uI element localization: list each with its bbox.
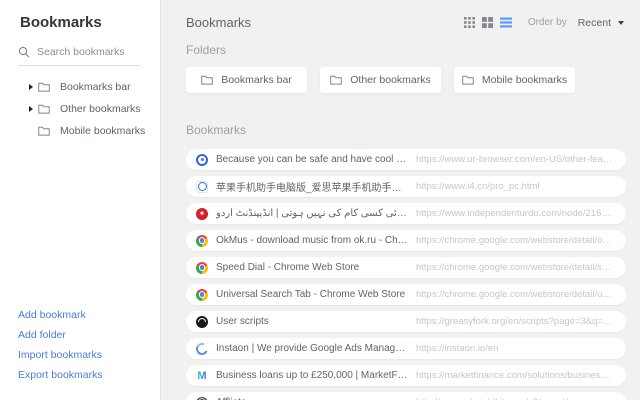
greasyfork-icon xyxy=(196,315,208,328)
folder-icon xyxy=(330,75,342,85)
sidebar-action-link[interactable]: Add bookmark xyxy=(18,309,160,322)
bookmark-row[interactable]: Speed Dial - Chrome Web Store https://ch… xyxy=(186,257,626,278)
bookmark-row[interactable]: Because you can be safe and have cool fe… xyxy=(186,149,626,170)
folder-card[interactable]: Bookmarks bar xyxy=(186,67,307,93)
bookmark-title: Because you can be safe and have cool fe… xyxy=(216,154,408,165)
bookmark-url: https://www.independenturdu.com/node/216… xyxy=(416,208,614,219)
globe-icon xyxy=(196,396,208,400)
bookmark-title: Instaon | We provide Google Ads Manageme… xyxy=(216,343,408,354)
bookmark-row[interactable]: Business loans up to £250,000 | MarketFi… xyxy=(186,365,626,386)
folder-card-label: Bookmarks bar xyxy=(221,74,292,86)
bookmark-title: Business loans up to £250,000 | MarketFi… xyxy=(216,370,408,381)
bookmark-title: Speed Dial - Chrome Web Store xyxy=(216,262,360,273)
bookmark-url: https://greasyfork.org/en/scripts?page=3… xyxy=(416,316,614,327)
bookmark-title: 苹果手机助手电脑版_爱思苹果手机助手电脑版官方下载_... xyxy=(216,183,408,194)
sidebar-actions: Add bookmark Add folder Import bookmarks… xyxy=(0,302,160,390)
expander-triangle-icon[interactable] xyxy=(29,84,33,90)
chrome-store-icon xyxy=(196,261,208,274)
bookmark-url: https://chrome.google.com/webstore/detai… xyxy=(416,289,614,300)
list-view-icon[interactable] xyxy=(499,17,512,28)
sidebar-action-link[interactable]: Export bookmarks xyxy=(18,369,160,382)
folders-section-label: Folders xyxy=(186,43,227,57)
folder-icon xyxy=(38,126,50,136)
chrome-store-icon xyxy=(196,288,208,301)
instaon-icon xyxy=(194,340,210,357)
search-input[interactable] xyxy=(37,46,140,58)
sidebar-folder-item[interactable]: Bookmarks bar xyxy=(24,76,160,98)
folder-icon xyxy=(201,75,213,85)
bookmark-title: صرف پڑھائی لڑھائی کسی کام کی نہیں ہوتی |… xyxy=(216,208,408,219)
independenturdu-icon xyxy=(196,207,208,220)
folder-card-label: Other bookmarks xyxy=(350,74,431,86)
bookmark-row[interactable]: User scripts https://greasyfork.org/en/s… xyxy=(186,311,626,332)
bookmark-title: OkMus - download music from ok.ru - Chro… xyxy=(216,235,408,246)
sidebar-folder-item[interactable]: Other bookmarks xyxy=(24,98,160,120)
bookmarks-section-label: Bookmarks xyxy=(186,123,247,137)
bookmark-url: https://chrome.google.com/webstore/detai… xyxy=(416,235,614,246)
bookmark-url: https://marketfinance.com/solutions/busi… xyxy=(416,370,614,381)
sidebar: Bookmarks Bookmarks bar xyxy=(0,0,161,400)
expander-triangle-icon[interactable] xyxy=(29,106,33,112)
sidebar-folder-item[interactable]: Mobile bookmarks xyxy=(24,120,160,142)
folder-icon xyxy=(462,75,474,85)
bookmark-url: https://chrome.google.com/webstore/detai… xyxy=(416,262,614,273)
sidebar-action-link[interactable]: Import bookmarks xyxy=(18,349,160,362)
sidebar-action-link[interactable]: Add folder xyxy=(18,329,160,342)
sidebar-folder-label: Bookmarks bar xyxy=(60,81,131,93)
folder-card[interactable]: Other bookmarks xyxy=(320,67,441,93)
grid-small-icon[interactable] xyxy=(463,17,475,28)
bookmark-title: User scripts xyxy=(216,316,269,327)
bookmark-title: Universal Search Tab - Chrome Web Store xyxy=(216,289,406,300)
bookmark-row[interactable]: Instaon | We provide Google Ads Manageme… xyxy=(186,338,626,359)
folder-card-label: Mobile bookmarks xyxy=(481,74,568,86)
sidebar-folder-tree: Bookmarks bar Other bookmarks Mobile boo… xyxy=(0,76,160,142)
folder-icon xyxy=(38,104,50,114)
order-by-select[interactable]: Recent xyxy=(578,17,624,29)
search-box xyxy=(18,46,140,66)
search-icon xyxy=(18,46,30,58)
marketfinance-icon xyxy=(196,369,208,382)
i4-icon xyxy=(196,180,208,193)
chevron-down-icon xyxy=(618,20,624,25)
bookmark-row[interactable]: Universal Search Tab - Chrome Web Store … xyxy=(186,284,626,305)
sidebar-folder-label: Other bookmarks xyxy=(60,103,141,115)
folder-cards: Bookmarks bar Other bookmarks Mobile boo xyxy=(186,67,640,93)
bookmark-row[interactable]: Affliate http://account.yieldkit.com/v2/… xyxy=(186,392,626,400)
bookmark-url: https://www.ur-browser.com/en-US/other-f… xyxy=(416,154,614,165)
sidebar-folder-label: Mobile bookmarks xyxy=(60,125,146,137)
chrome-store-icon xyxy=(196,234,208,247)
bookmark-list: Because you can be safe and have cool fe… xyxy=(186,149,626,400)
main-panel: Bookmarks Order by Recent Folders Bookma… xyxy=(161,0,640,400)
sidebar-title: Bookmarks xyxy=(20,14,102,31)
bookmark-url: https://www.i4.cn/pro_pc.html xyxy=(416,181,540,192)
main-header: Bookmarks Order by Recent xyxy=(161,0,640,30)
bookmark-row[interactable]: 苹果手机助手电脑版_爱思苹果手机助手电脑版官方下载_... https://ww… xyxy=(186,176,626,197)
grid-large-icon[interactable] xyxy=(481,17,493,28)
bookmark-row[interactable]: صرف پڑھائی لڑھائی کسی کام کی نہیں ہوتی |… xyxy=(186,203,626,224)
bookmark-url: https://instaon.io/en xyxy=(416,343,499,354)
order-by-value: Recent xyxy=(577,16,611,29)
ur-browser-icon xyxy=(196,153,208,166)
bookmark-row[interactable]: OkMus - download music from ok.ru - Chro… xyxy=(186,230,626,251)
order-by-label: Order by xyxy=(527,17,567,28)
folder-icon xyxy=(38,82,50,92)
header-controls: Order by Recent xyxy=(457,17,624,29)
page-title: Bookmarks xyxy=(186,15,252,30)
folder-card[interactable]: Mobile bookmarks xyxy=(454,67,575,93)
